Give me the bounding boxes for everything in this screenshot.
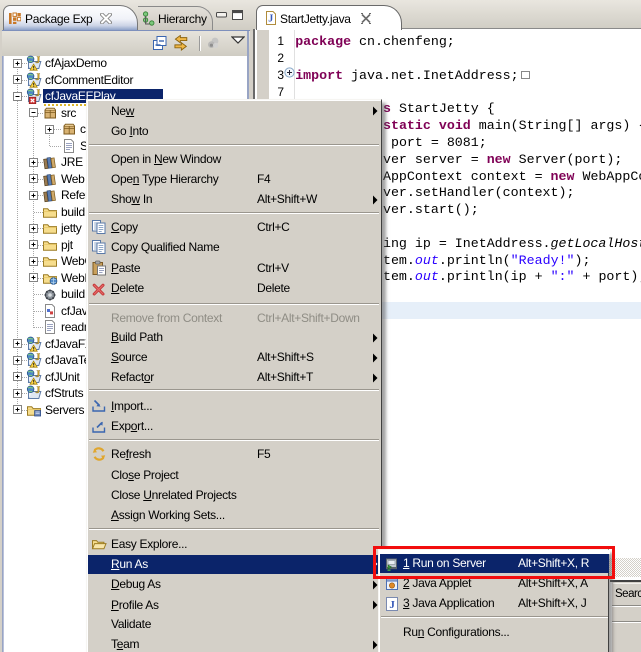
svg-text:J: J <box>389 599 395 611</box>
svg-text:J: J <box>35 354 40 364</box>
svg-text:J: J <box>35 387 40 397</box>
svg-text:J: J <box>35 73 40 83</box>
svg-text:J: J <box>35 337 40 347</box>
svg-text:J: J <box>35 57 40 67</box>
svg-text:J: J <box>35 90 40 100</box>
svg-text:J: J <box>35 370 40 380</box>
svg-text:J: J <box>268 14 273 25</box>
